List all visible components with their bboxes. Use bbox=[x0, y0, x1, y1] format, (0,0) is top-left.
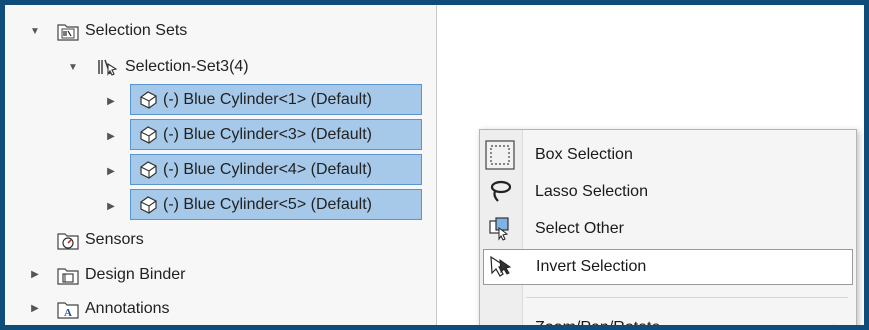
expand-arrow-icon[interactable]: ▶ bbox=[106, 132, 116, 142]
tree-label: (-) Blue Cylinder<1> (Default) bbox=[163, 90, 372, 108]
tree-item-component[interactable]: (-) Blue Cylinder<1> (Default) bbox=[130, 84, 422, 115]
selection-set-icon bbox=[97, 56, 119, 78]
tree-item-selection-set[interactable]: Selection-Set3(4) bbox=[97, 52, 249, 82]
part-icon bbox=[137, 89, 159, 111]
design-binder-folder-icon bbox=[57, 264, 79, 286]
menu-item-box-selection[interactable]: Box Selection bbox=[483, 137, 853, 173]
tree-label: Design Binder bbox=[85, 266, 186, 283]
expand-arrow-icon[interactable]: ▶ bbox=[30, 304, 40, 314]
menu-item-zoom-pan-rotate[interactable]: Zoom/Pan/Rotate ▶ bbox=[483, 310, 853, 330]
menu-item-label: Select Other bbox=[535, 220, 624, 237]
tree-item-annotations[interactable]: A Annotations bbox=[57, 294, 170, 324]
box-selection-icon bbox=[483, 138, 517, 172]
menu-item-select-other[interactable]: Select Other bbox=[483, 211, 853, 247]
tree-item-component[interactable]: (-) Blue Cylinder<3> (Default) bbox=[130, 119, 422, 150]
collapse-arrow-icon[interactable]: ▼ bbox=[30, 27, 40, 37]
menu-item-label: Zoom/Pan/Rotate bbox=[535, 319, 661, 330]
menu-item-lasso-selection[interactable]: Lasso Selection bbox=[483, 174, 853, 210]
tree-label: (-) Blue Cylinder<5> (Default) bbox=[163, 195, 372, 213]
part-icon bbox=[137, 124, 159, 146]
lasso-selection-icon bbox=[483, 175, 517, 209]
sensors-folder-icon bbox=[57, 229, 79, 251]
select-other-icon bbox=[483, 212, 517, 246]
expand-arrow-icon[interactable]: ▶ bbox=[106, 97, 116, 107]
menu-item-label: Invert Selection bbox=[536, 258, 647, 275]
menu-item-label: Box Selection bbox=[535, 146, 633, 163]
submenu-arrow-icon: ▶ bbox=[833, 322, 841, 330]
tree-label: (-) Blue Cylinder<4> (Default) bbox=[163, 160, 372, 178]
tree-item-selection-sets[interactable]: Selection Sets bbox=[57, 16, 187, 46]
expand-arrow-icon[interactable]: ▶ bbox=[106, 167, 116, 177]
annotations-folder-icon: A bbox=[57, 298, 79, 320]
tree-label: Sensors bbox=[85, 231, 144, 248]
tree-item-sensors[interactable]: Sensors bbox=[57, 225, 144, 255]
menu-separator bbox=[526, 297, 848, 298]
tree-label: Annotations bbox=[85, 300, 170, 317]
expand-arrow-icon[interactable]: ▶ bbox=[106, 202, 116, 212]
svg-text:A: A bbox=[64, 307, 72, 319]
selection-sets-folder-icon bbox=[57, 20, 79, 42]
tree-label: Selection-Set3(4) bbox=[125, 58, 249, 75]
part-icon bbox=[137, 159, 159, 181]
menu-item-no-icon bbox=[483, 311, 517, 330]
collapse-arrow-icon[interactable]: ▼ bbox=[68, 63, 78, 73]
part-icon bbox=[137, 194, 159, 216]
feature-tree: ▼ Selection Sets ▼ Selection-Set3(4) ▶ (… bbox=[5, 5, 437, 325]
expand-arrow-icon[interactable]: ▶ bbox=[30, 270, 40, 280]
tree-item-design-binder[interactable]: Design Binder bbox=[57, 260, 186, 290]
context-menu: Box Selection Lasso Selection Select Oth… bbox=[479, 129, 857, 330]
invert-selection-icon bbox=[484, 250, 518, 284]
tree-label: Selection Sets bbox=[85, 22, 188, 39]
menu-item-label: Lasso Selection bbox=[535, 183, 648, 200]
tree-item-component[interactable]: (-) Blue Cylinder<5> (Default) bbox=[130, 189, 422, 220]
tree-label: (-) Blue Cylinder<3> (Default) bbox=[163, 125, 372, 143]
tree-item-component[interactable]: (-) Blue Cylinder<4> (Default) bbox=[130, 154, 422, 185]
menu-item-invert-selection[interactable]: Invert Selection bbox=[483, 249, 853, 285]
